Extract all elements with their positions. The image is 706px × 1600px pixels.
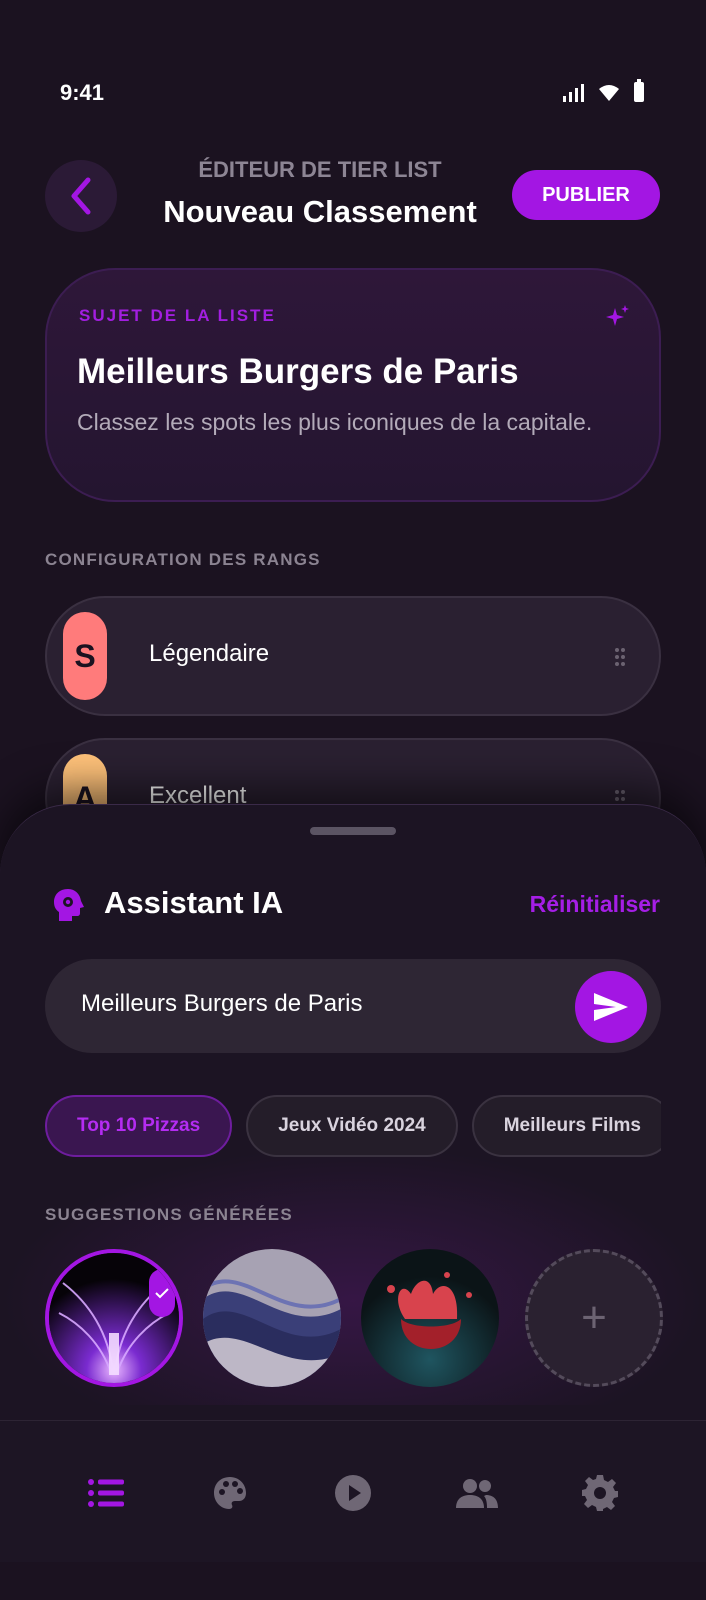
subject-description[interactable]: Classez les spots les plus iconiques de … <box>77 404 597 440</box>
settings-icon <box>582 1475 618 1511</box>
group-icon <box>456 1479 498 1508</box>
chip[interactable]: Top 10 Pizzas <box>45 1095 233 1157</box>
screen: 9:41 ÉDITEUR DE TIER LIST Nouveau Classe… <box>0 0 706 1600</box>
generated-suggestions: + <box>45 1249 685 1389</box>
suggestions-label: SUGGESTIONS GÉNÉRÉES <box>45 1205 293 1224</box>
play-icon <box>335 1475 371 1511</box>
suggestion-image-wave[interactable] <box>203 1249 341 1387</box>
send-button[interactable] <box>575 971 647 1043</box>
suggestion-chips: Top 10 Pizzas Jeux Vidéo 2024 Meilleurs Fi… <box>45 1095 661 1159</box>
page-title: Nouveau Classement <box>163 194 477 229</box>
tiers-section-label: CONFIGURATION DES RANGS <box>45 550 321 569</box>
chevron-left-icon <box>71 177 91 215</box>
suggestion-image-light[interactable] <box>45 1249 183 1387</box>
splash-image <box>361 1249 499 1387</box>
subject-card[interactable]: SUJET DE LA LISTE Meilleurs Burgers de P… <box>45 268 661 502</box>
tier-row-s[interactable]: S Légendaire <box>45 596 661 716</box>
wifi-icon <box>599 85 619 101</box>
suggestion-image-splash[interactable] <box>361 1249 499 1387</box>
publish-button[interactable]: PUBLIER <box>512 170 660 220</box>
wave-image <box>203 1249 341 1387</box>
list-icon <box>88 1479 124 1507</box>
selected-check-icon <box>149 1269 175 1317</box>
drag-handle-icon[interactable] <box>615 648 625 666</box>
nav-group[interactable] <box>455 1471 499 1515</box>
chip[interactable]: Jeux Vidéo 2024 <box>246 1095 458 1157</box>
ai-assistant-sheet: Assistant IA Réinitialiser Meilleurs Bur… <box>0 804 706 1424</box>
nav-list[interactable] <box>84 1471 128 1515</box>
signal-icon <box>563 84 584 102</box>
battery-icon <box>634 79 644 102</box>
back-button[interactable] <box>45 160 117 232</box>
nav-play[interactable] <box>331 1471 375 1515</box>
status-time: 9:41 <box>60 80 105 105</box>
header-subtitle: ÉDITEUR DE TIER LIST <box>198 157 442 182</box>
prompt-text[interactable]: Meilleurs Burgers de Paris <box>81 990 362 1018</box>
prompt-input[interactable]: Meilleurs Burgers de Paris <box>45 959 661 1053</box>
tier-badge: S <box>63 612 107 700</box>
brain-gear-icon <box>54 889 84 921</box>
sheet-drag-handle[interactable] <box>310 827 396 835</box>
sparkle-icon[interactable] <box>605 304 631 330</box>
chip[interactable]: Meilleurs Films <box>471 1095 661 1157</box>
subject-title[interactable]: Meilleurs Burgers de Paris <box>77 352 519 392</box>
bottom-nav <box>0 1420 706 1562</box>
nav-palette[interactable] <box>208 1471 252 1515</box>
assistant-title: Assistant IA <box>104 885 284 920</box>
palette-icon <box>214 1477 246 1509</box>
status-icons <box>563 79 644 102</box>
tier-name[interactable]: Légendaire <box>149 640 269 668</box>
add-suggestion-button[interactable]: + <box>525 1249 663 1387</box>
status-bar: 9:41 <box>0 76 706 112</box>
subject-label: SUJET DE LA LISTE <box>79 306 276 325</box>
send-icon <box>594 993 628 1021</box>
reset-button[interactable]: Réinitialiser <box>530 891 660 918</box>
nav-settings[interactable] <box>578 1471 622 1515</box>
